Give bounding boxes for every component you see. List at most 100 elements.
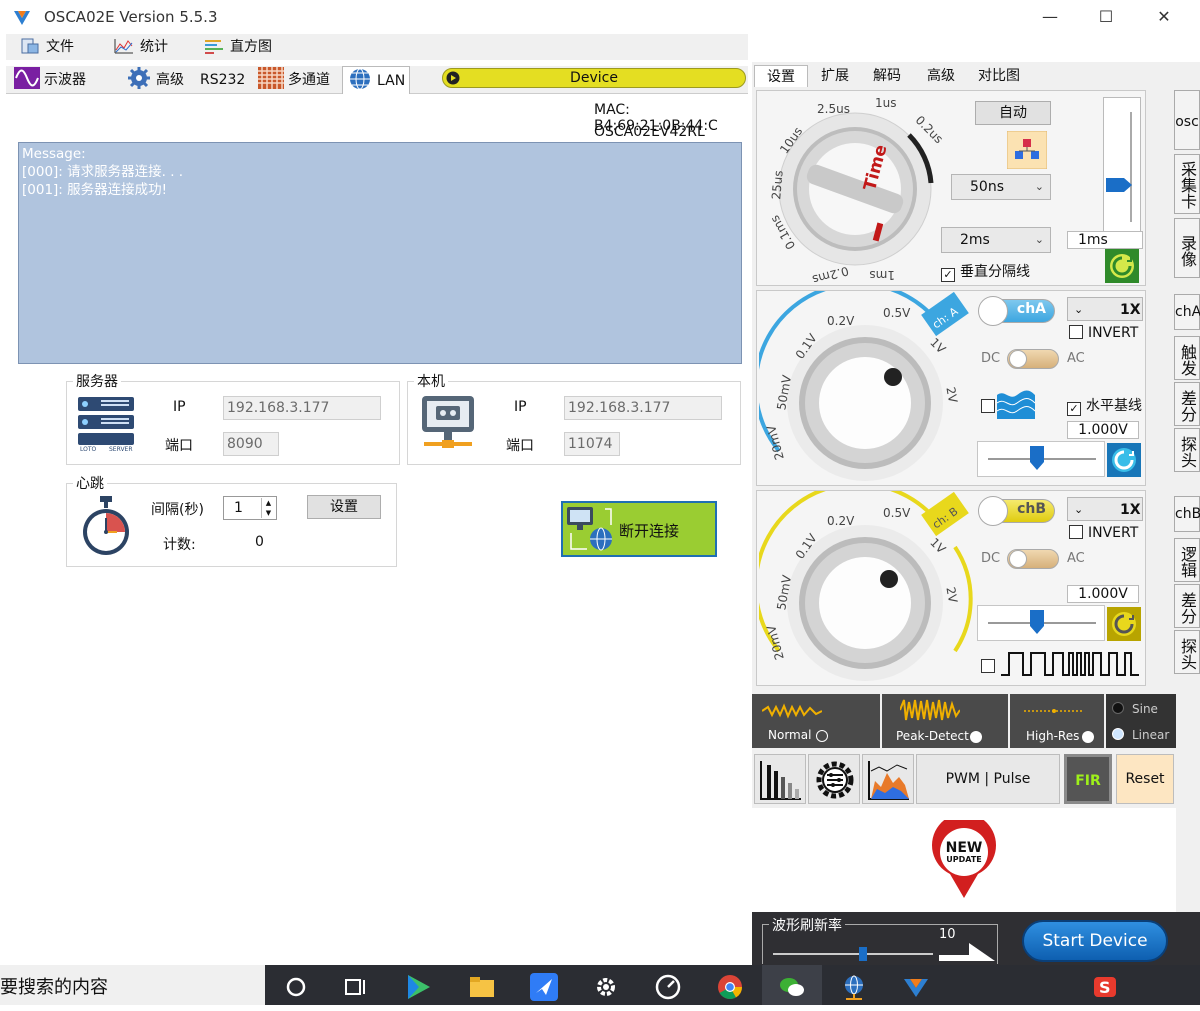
- radio-icon[interactable]: [970, 731, 982, 743]
- chrome-icon[interactable]: [716, 973, 744, 1001]
- channel-a-toggle[interactable]: chA: [978, 296, 1055, 326]
- side-tab-osc[interactable]: osc: [1174, 90, 1200, 150]
- channel-b-offset-slider[interactable]: [977, 605, 1105, 641]
- network-globe-icon[interactable]: [840, 973, 868, 1001]
- slider-handle-icon[interactable]: [1030, 610, 1044, 634]
- reset-button[interactable]: Reset: [1116, 754, 1174, 804]
- radio-icon[interactable]: [816, 730, 828, 742]
- slider-handle-icon[interactable]: [1106, 178, 1132, 192]
- side-tab-cha[interactable]: chA: [1174, 294, 1200, 330]
- tab-rs232[interactable]: RS232: [196, 66, 252, 94]
- taskbar-search[interactable]: 要搜索的内容: [0, 965, 265, 1005]
- channel-a-coupling-toggle[interactable]: [1007, 349, 1059, 369]
- feishu-icon[interactable]: [530, 973, 558, 1001]
- disconnect-button[interactable]: 断开连接: [561, 501, 717, 557]
- local-ip-field[interactable]: 192.168.3.177: [564, 396, 722, 420]
- interval-value: 1: [234, 500, 243, 516]
- speed-gauge-icon[interactable]: [654, 973, 682, 1001]
- side-tab-chb[interactable]: chB: [1174, 496, 1200, 532]
- mode-normal[interactable]: Normal: [752, 694, 880, 748]
- server-ip-field[interactable]: 192.168.3.177: [223, 396, 381, 420]
- device-status-bar[interactable]: Device: [442, 68, 746, 88]
- new-update-badge[interactable]: NEW UPDATE: [930, 820, 998, 900]
- side-tab-trigger[interactable]: 触发: [1174, 336, 1200, 380]
- cortana-icon[interactable]: [282, 973, 310, 1001]
- tab-settings[interactable]: 设置: [754, 65, 808, 87]
- menu-file[interactable]: 文件: [20, 37, 74, 57]
- side-tab-diff-a[interactable]: 差分: [1174, 382, 1200, 426]
- file-explorer-icon[interactable]: [468, 973, 496, 1001]
- bar-chart-tool[interactable]: [754, 754, 806, 804]
- side-tab-capture[interactable]: 采集卡: [1174, 154, 1200, 214]
- vertical-grid-checkbox[interactable]: ✓ 垂直分隔线: [941, 261, 1030, 282]
- side-tab-probe-a[interactable]: 探头: [1174, 428, 1200, 472]
- message-line: [000]: 请求服务器连接. . .: [22, 164, 184, 180]
- mode-peak-detect[interactable]: Peak-Detect: [882, 694, 1008, 748]
- side-tab-logic[interactable]: 逻辑: [1174, 538, 1200, 582]
- spectrum-tool[interactable]: [862, 754, 914, 804]
- channel-b-toggle[interactable]: chB: [978, 496, 1055, 526]
- menu-stats[interactable]: 统计: [114, 37, 168, 57]
- channel-a-invert-checkbox[interactable]: INVERT: [1069, 325, 1138, 341]
- tab-extend[interactable]: 扩展: [810, 65, 860, 87]
- osca-app-icon[interactable]: [902, 973, 930, 1001]
- refresh-rate-handle[interactable]: [859, 947, 867, 961]
- message-box[interactable]: Message: [000]: 请求服务器连接. . . [001]: 服务器连…: [18, 142, 742, 364]
- channel-b-dial[interactable]: ch: B 0.2V 0.5V 0.1V 1V 50mV 2V 20mV: [759, 491, 975, 685]
- refresh-icon[interactable]: [1105, 249, 1139, 283]
- pwm-pulse-button[interactable]: PWM | Pulse: [916, 754, 1060, 804]
- minimize-button[interactable]: —: [1022, 0, 1078, 34]
- tab-advanced[interactable]: 高级: [122, 66, 194, 94]
- mode-high-res[interactable]: High-Res: [1010, 694, 1104, 748]
- local-port-field[interactable]: 11074: [564, 432, 620, 456]
- radio-icon[interactable]: [1112, 728, 1124, 740]
- task-view-icon[interactable]: [342, 973, 370, 1001]
- tab-lan[interactable]: LAN: [342, 66, 410, 94]
- channel-b-coupling-toggle[interactable]: [1007, 549, 1059, 569]
- time-dial[interactable]: Time 2.5us 1us 0.2us 10us 25us 0.1ms 0.2…: [759, 91, 945, 285]
- channel-a-dial[interactable]: ch: A 0.2V 0.5V 0.1V 1V 50mV 2V 20mV: [759, 291, 975, 485]
- trigger-time-field[interactable]: 1ms: [1067, 231, 1143, 249]
- wechat-taskbar-item[interactable]: [762, 965, 822, 1005]
- spin-arrows-icon[interactable]: ▲ ▼: [261, 498, 275, 518]
- interval-stepper[interactable]: 1 ▲ ▼: [223, 496, 277, 520]
- channel-b-probe-select[interactable]: ⌄ 1X: [1067, 497, 1143, 521]
- menu-histogram[interactable]: 直方图: [204, 37, 272, 57]
- channel-a-probe-select[interactable]: ⌄ 1X: [1067, 297, 1143, 321]
- fir-button[interactable]: FIR: [1064, 754, 1112, 804]
- trigger-level-slider[interactable]: [1103, 97, 1141, 233]
- channel-b-reset-icon[interactable]: [1107, 607, 1141, 641]
- delay-select[interactable]: 2ms ⌄: [941, 227, 1051, 253]
- maximize-button[interactable]: ☐: [1078, 0, 1134, 34]
- timebase-select[interactable]: 50ns ⌄: [951, 174, 1051, 200]
- settings-tool[interactable]: [808, 754, 860, 804]
- radio-icon[interactable]: [1082, 731, 1094, 743]
- horizontal-baseline-checkbox[interactable]: ✓ 水平基线: [1067, 395, 1142, 416]
- server-port-field[interactable]: 8090: [223, 432, 279, 456]
- tab-decode[interactable]: 解码: [862, 65, 912, 87]
- auto-button[interactable]: 自动: [975, 101, 1051, 125]
- tab-compare[interactable]: 对比图: [970, 65, 1028, 87]
- trigger-position-icon[interactable]: [1007, 131, 1047, 169]
- input-method-icon[interactable]: S: [1092, 973, 1120, 1001]
- media-player-icon[interactable]: [404, 973, 432, 1001]
- start-device-button[interactable]: Start Device: [1022, 920, 1168, 962]
- channel-b-invert-checkbox[interactable]: INVERT: [1069, 525, 1138, 541]
- heartbeat-set-button[interactable]: 设置: [307, 495, 381, 519]
- channel-a-reset-icon[interactable]: [1107, 443, 1141, 477]
- settings-gear-icon[interactable]: [592, 973, 620, 1001]
- close-button[interactable]: ✕: [1136, 0, 1192, 34]
- tab-oscilloscope[interactable]: 示波器: [10, 66, 120, 94]
- side-tab-diff-b[interactable]: 差分: [1174, 584, 1200, 628]
- channel-a-offset-slider[interactable]: [977, 441, 1105, 477]
- radio-icon[interactable]: [1112, 702, 1124, 714]
- logic-checkbox[interactable]: [981, 659, 1000, 675]
- tab-advanced-right[interactable]: 高级: [916, 65, 966, 87]
- side-tab-record[interactable]: 录像: [1174, 218, 1200, 278]
- tab-multichannel[interactable]: 多通道: [254, 66, 340, 94]
- channel-b-voltage-field[interactable]: 1.000V: [1067, 585, 1139, 603]
- interpolation-toggle[interactable]: Sine Linear: [1106, 694, 1176, 748]
- side-tab-probe-b[interactable]: 探头: [1174, 630, 1200, 674]
- channel-a-voltage-field[interactable]: 1.000V: [1067, 421, 1139, 439]
- slider-handle-icon[interactable]: [1030, 446, 1044, 470]
